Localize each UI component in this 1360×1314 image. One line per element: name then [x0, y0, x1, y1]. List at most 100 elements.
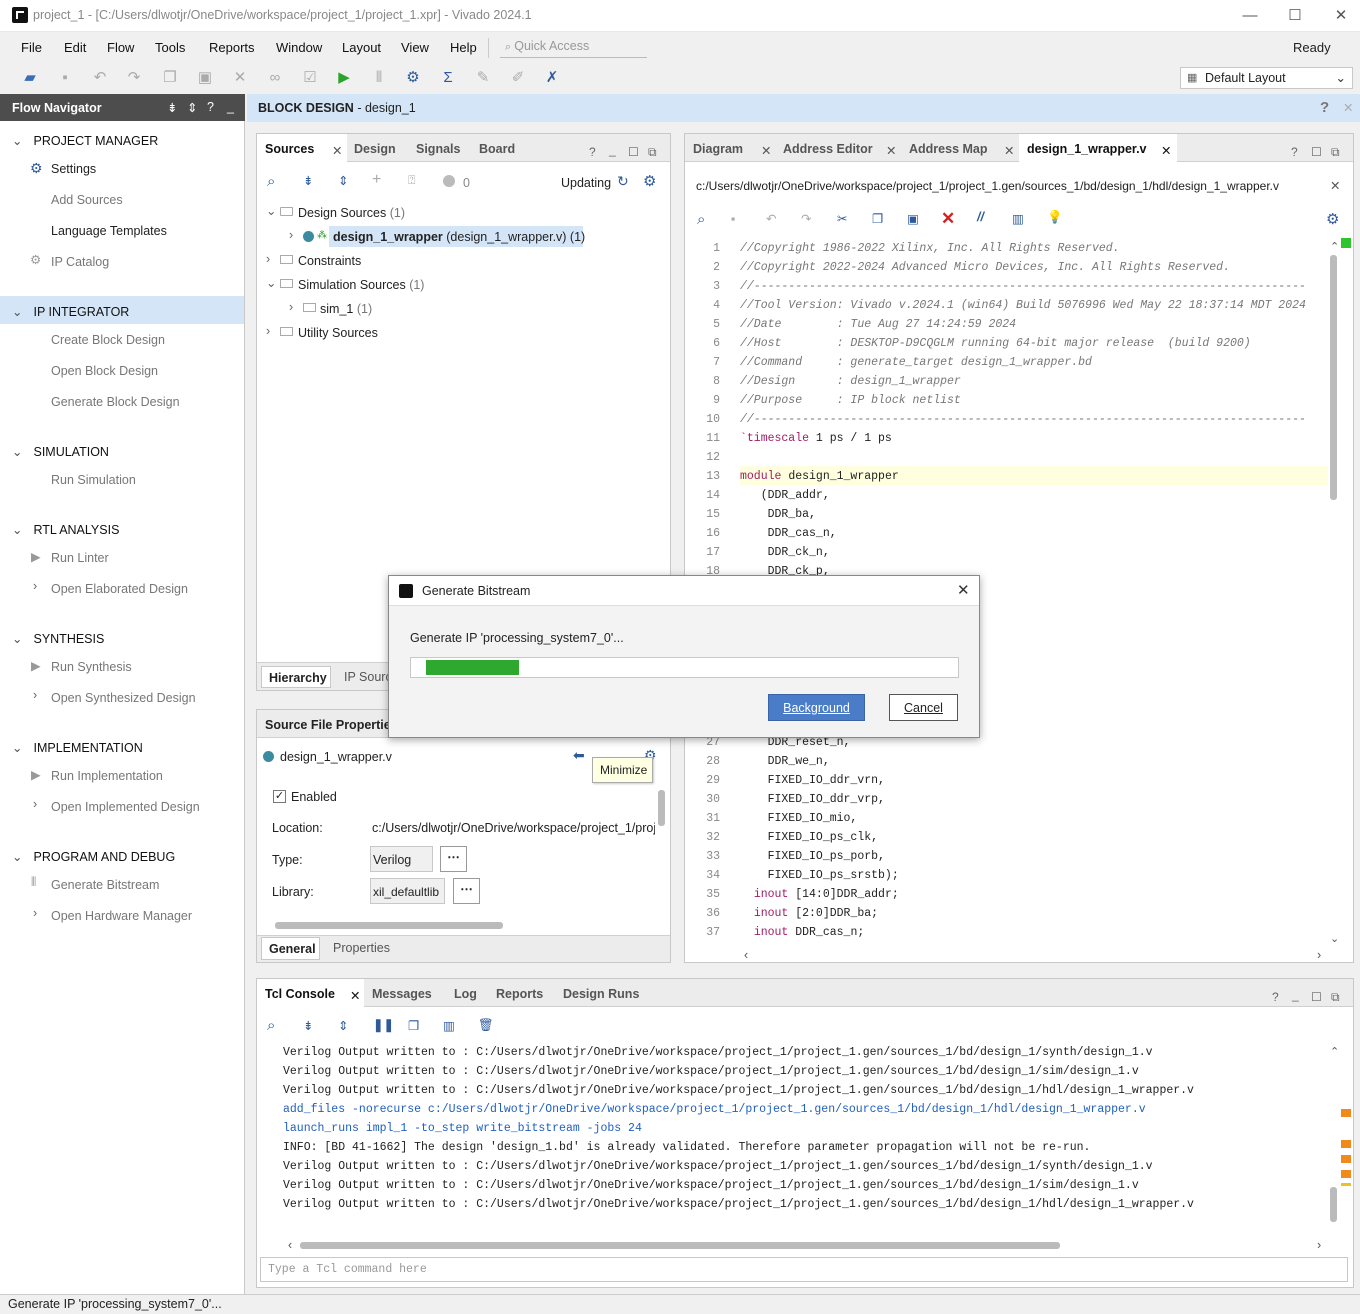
- nav-open-implemented-design[interactable]: Open Implemented Design: [51, 800, 200, 814]
- search-icon[interactable]: ⌕: [697, 211, 705, 228]
- layout-select[interactable]: ▦ Default Layout ⌄: [1180, 67, 1353, 89]
- edit-icon[interactable]: ✐: [510, 70, 526, 86]
- library-more-button[interactable]: ⋯: [453, 878, 480, 904]
- chevron-right-icon[interactable]: ›: [289, 228, 293, 242]
- comment-icon[interactable]: //: [977, 210, 984, 224]
- menu-reports[interactable]: Reports: [209, 40, 255, 55]
- maximize-window-button[interactable]: ☐: [1285, 6, 1305, 26]
- close-icon[interactable]: ✕: [761, 143, 771, 158]
- expand-all-icon[interactable]: ⇕: [338, 173, 348, 188]
- tab-sources[interactable]: Sources ✕: [257, 134, 347, 162]
- copy-icon[interactable]: ❐: [872, 211, 883, 226]
- float-icon[interactable]: ⧉: [1331, 990, 1340, 1005]
- section-simulation[interactable]: ⌄ SIMULATION: [12, 444, 109, 459]
- program-icon[interactable]: ⫴: [371, 70, 387, 86]
- chevron-right-icon[interactable]: ›: [289, 300, 293, 314]
- section-ip-integrator[interactable]: ⌄ IP INTEGRATOR: [12, 304, 129, 319]
- open-project-icon[interactable]: ▰: [22, 70, 38, 86]
- nav-open-synthesized-design[interactable]: Open Synthesized Design: [51, 691, 196, 705]
- tree-simulation-sources[interactable]: Simulation Sources (1): [298, 278, 424, 292]
- background-button[interactable]: Background: [768, 694, 865, 721]
- minimize-window-button[interactable]: —: [1240, 6, 1260, 26]
- maximize-icon[interactable]: ☐: [1311, 990, 1322, 1004]
- scroll-up-icon[interactable]: ⌃: [1330, 1045, 1339, 1058]
- scroll-right-icon[interactable]: ›: [1317, 1238, 1321, 1252]
- tab-board[interactable]: Board: [471, 134, 523, 162]
- run-icon[interactable]: ▶: [336, 70, 352, 86]
- cancel-button[interactable]: Cancel: [889, 694, 958, 721]
- vertical-scrollbar[interactable]: [658, 790, 665, 826]
- scroll-up-icon[interactable]: ⌃: [1330, 240, 1339, 253]
- tab-ip-sources[interactable]: IP Sources: [344, 670, 388, 684]
- help-icon[interactable]: ?: [207, 100, 214, 114]
- close-window-button[interactable]: ✕: [1331, 6, 1351, 26]
- close-icon[interactable]: ✕: [332, 143, 342, 158]
- tcl-command-input[interactable]: Type a Tcl command here: [260, 1257, 1348, 1282]
- menu-flow[interactable]: Flow: [107, 40, 134, 55]
- search-icon[interactable]: ⌕: [267, 173, 275, 190]
- tab-address-editor[interactable]: Address Editor ✕: [775, 134, 901, 162]
- help-icon[interactable]: ?: [1272, 990, 1279, 1004]
- tree-utility-sources[interactable]: Utility Sources: [298, 326, 378, 340]
- nav-run-simulation[interactable]: Run Simulation: [51, 473, 136, 487]
- help-icon[interactable]: ?: [1291, 145, 1298, 159]
- scroll-left-icon[interactable]: ‹: [744, 948, 748, 962]
- tab-messages[interactable]: Messages: [364, 979, 440, 1007]
- tab-hierarchy[interactable]: Hierarchy: [261, 666, 331, 688]
- tab-address-map[interactable]: Address Map ✕: [901, 134, 1019, 162]
- type-more-button[interactable]: ⋯: [440, 846, 467, 872]
- enabled-checkbox[interactable]: ✓: [273, 790, 286, 803]
- cross-probe-icon[interactable]: ✗: [544, 70, 560, 86]
- copy-icon[interactable]: ❐: [162, 70, 178, 86]
- tree-constraints[interactable]: Constraints: [298, 254, 361, 268]
- redo-icon[interactable]: ↷: [126, 70, 142, 86]
- section-rtl-analysis[interactable]: ⌄ RTL ANALYSIS: [12, 522, 119, 537]
- close-icon[interactable]: ✕: [1161, 143, 1171, 158]
- nav-generate-bitstream[interactable]: Generate Bitstream: [51, 878, 159, 892]
- nav-open-hardware-manager[interactable]: Open Hardware Manager: [51, 909, 192, 923]
- nav-generate-block-design[interactable]: Generate Block Design: [51, 395, 180, 409]
- section-implementation[interactable]: ⌄ IMPLEMENTATION: [12, 740, 143, 755]
- minimize-icon[interactable]: _: [609, 143, 616, 157]
- sigma-icon[interactable]: Σ: [440, 70, 456, 86]
- tab-design[interactable]: Design: [346, 134, 404, 162]
- trash-icon[interactable]: 🗑: [478, 1018, 494, 1033]
- menu-file[interactable]: File: [21, 40, 42, 55]
- menu-edit[interactable]: Edit: [64, 40, 86, 55]
- check-icon[interactable]: ☑: [302, 70, 318, 86]
- tab-reports[interactable]: Reports: [488, 979, 551, 1007]
- menu-view[interactable]: View: [401, 40, 429, 55]
- collapse-all-icon[interactable]: ⇟: [167, 100, 177, 115]
- tcl-horizontal-scrollbar[interactable]: [300, 1242, 1060, 1249]
- save-icon[interactable]: ▪: [731, 212, 735, 226]
- tab-properties[interactable]: Properties: [333, 941, 390, 955]
- redo-icon[interactable]: ↷: [801, 211, 811, 226]
- nav-run-linter[interactable]: Run Linter: [51, 551, 109, 565]
- maximize-icon[interactable]: ☐: [628, 145, 639, 159]
- close-icon[interactable]: ✕: [1004, 143, 1014, 158]
- quick-access-input[interactable]: ⌕ Quick Access: [500, 36, 647, 58]
- tree-design-sources[interactable]: Design Sources (1): [298, 206, 405, 220]
- collapse-all-icon[interactable]: ⇟: [303, 173, 313, 188]
- chevron-right-icon[interactable]: ›: [266, 252, 270, 266]
- menu-layout[interactable]: Layout: [342, 40, 381, 55]
- nav-open-elaborated-design[interactable]: Open Elaborated Design: [51, 582, 188, 596]
- cut-icon[interactable]: ✂: [837, 211, 847, 226]
- tree-sim-1[interactable]: sim_1 (1): [320, 302, 372, 316]
- back-arrow-icon[interactable]: ⬅: [573, 747, 585, 764]
- refresh-icon[interactable]: ↻: [617, 173, 629, 190]
- delete-icon[interactable]: ✕: [232, 70, 248, 86]
- find-icon[interactable]: ∞: [267, 70, 283, 86]
- scroll-right-icon[interactable]: ›: [1317, 948, 1321, 962]
- close-icon[interactable]: ✕: [1330, 178, 1340, 193]
- collapse-all-icon[interactable]: ⇟: [303, 1018, 313, 1033]
- tree-design-1-wrapper[interactable]: design_1_wrapper (design_1_wrapper.v) (1…: [333, 230, 585, 244]
- help-icon[interactable]: ?: [589, 145, 596, 159]
- section-program-and-debug[interactable]: ⌄ PROGRAM AND DEBUG: [12, 849, 175, 864]
- close-icon[interactable]: ✕: [350, 988, 360, 1003]
- nav-ip-catalog[interactable]: IP Catalog: [51, 255, 109, 269]
- minimize-icon[interactable]: _: [227, 100, 234, 114]
- chevron-right-icon[interactable]: ›: [266, 324, 270, 338]
- pause-icon[interactable]: ❚❚: [373, 1017, 394, 1032]
- menu-window[interactable]: Window: [276, 40, 322, 55]
